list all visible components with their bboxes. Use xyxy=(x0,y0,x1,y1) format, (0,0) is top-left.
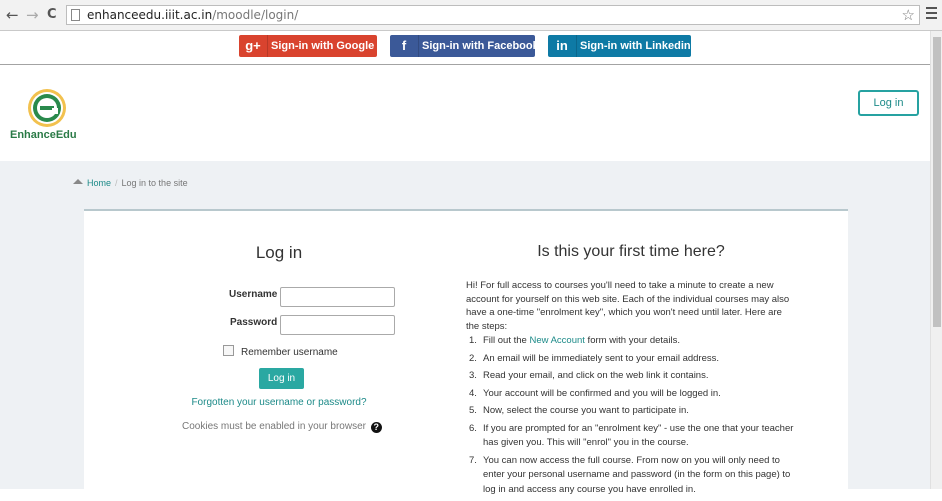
linkedin-signin-label: Sign-in with Linkedin xyxy=(580,40,691,52)
password-input[interactable] xyxy=(280,315,395,335)
cookies-note: Cookies must be enabled in your browser … xyxy=(182,421,382,433)
list-item: 1. Fill out the New Account form with you… xyxy=(466,334,796,349)
login-title: Log in xyxy=(255,243,303,262)
step-number: 5. xyxy=(469,405,477,416)
breadcrumb: Home / Log in to the site xyxy=(73,178,188,188)
step-text: An email will be immediately sent to you… xyxy=(483,352,720,364)
url-text: enhanceedu.iiit.ac.in/moodle/login/ xyxy=(87,8,298,22)
list-item: 6. If you are prompted for an "enrolment … xyxy=(466,422,796,451)
first-time-intro: Hi! For full access to courses you'll ne… xyxy=(466,280,790,332)
url-path: /moodle/login/ xyxy=(212,8,299,22)
list-item: 4. Your account will be confirmed and you… xyxy=(466,387,796,402)
bookmark-star-icon[interactable]: ☆ xyxy=(902,6,915,24)
list-item: 2. An email will be immediately sent to y… xyxy=(466,352,796,367)
username-label: Username xyxy=(229,289,278,300)
address-bar[interactable]: enhanceedu.iiit.ac.in/moodle/login/ ☆ xyxy=(66,5,920,25)
new-account-link[interactable]: New Account xyxy=(529,335,584,346)
remember-username-label[interactable]: Remember username xyxy=(241,347,338,358)
back-icon[interactable]: ← xyxy=(6,6,19,24)
signup-steps-list: 1. Fill out the New Account form with you… xyxy=(466,334,796,500)
step-number: 1. xyxy=(469,335,477,346)
linkedin-signin-button[interactable]: in Sign-in with Linkedin xyxy=(548,35,691,57)
linkedin-icon: in xyxy=(548,35,577,57)
breadcrumb-home-link[interactable]: Home xyxy=(87,178,111,188)
first-time-title: Is this your first time here? xyxy=(537,243,725,260)
step-text: If you are prompted for an "enrolment ke… xyxy=(483,422,794,449)
remember-username-checkbox[interactable] xyxy=(223,345,234,356)
reload-icon[interactable]: C xyxy=(47,6,57,24)
home-icon xyxy=(73,179,83,184)
google-plus-icon: g+ xyxy=(239,35,268,57)
facebook-signin-button[interactable]: f Sign-in with Facebook xyxy=(390,35,539,57)
step-number: 3. xyxy=(469,370,477,381)
step-text: Your account will be confirmed and you w… xyxy=(483,387,721,399)
forgot-password-link[interactable]: Forgotten your username or password? xyxy=(84,397,474,408)
list-item: 5. Now, select the course you want to par… xyxy=(466,404,796,419)
breadcrumb-separator: / xyxy=(115,178,118,188)
step-number: 4. xyxy=(469,387,477,399)
cookies-note-text: Cookies must be enabled in your browser xyxy=(182,421,366,432)
step-number: 7. xyxy=(469,454,477,466)
page-scrollbar[interactable] xyxy=(930,31,942,489)
password-label: Password xyxy=(230,317,278,328)
login-submit-button[interactable]: Log in xyxy=(259,368,304,389)
step-number: 6. xyxy=(469,422,477,434)
facebook-icon: f xyxy=(390,35,419,57)
list-item: 3. Read your email, and click on the web … xyxy=(466,369,796,384)
step-text: Read your email, and click on the web li… xyxy=(483,370,709,381)
page-icon xyxy=(71,9,80,21)
step-text: Now, select the course you want to parti… xyxy=(483,405,689,416)
step-number: 2. xyxy=(469,352,477,364)
logo-text: EnhanceEdu xyxy=(10,129,77,141)
remember-username: Remember username xyxy=(223,345,338,358)
breadcrumb-current: Log in to the site xyxy=(121,178,188,188)
step-text: Fill out the xyxy=(483,335,530,346)
forward-icon[interactable]: → xyxy=(26,6,39,24)
url-host: enhanceedu.iiit.ac.in xyxy=(87,8,213,22)
google-signin-button[interactable]: g+ Sign-in with Google xyxy=(239,35,377,57)
header-login-button[interactable]: Log in xyxy=(858,90,919,116)
google-signin-label: Sign-in with Google xyxy=(271,40,375,52)
browser-menu-icon[interactable] xyxy=(926,7,937,22)
step-text: form with your details. xyxy=(584,335,680,346)
username-input[interactable] xyxy=(280,287,395,307)
list-item: 7. You can now access the full course. Fr… xyxy=(466,454,796,498)
help-icon[interactable]: ? xyxy=(370,422,382,433)
facebook-signin-label: Sign-in with Facebook xyxy=(422,40,539,52)
browser-toolbar: ← → C enhanceedu.iiit.ac.in/moodle/login… xyxy=(0,0,942,31)
scrollbar-thumb[interactable] xyxy=(933,37,941,327)
site-header: EnhanceEdu Log in xyxy=(0,65,930,161)
